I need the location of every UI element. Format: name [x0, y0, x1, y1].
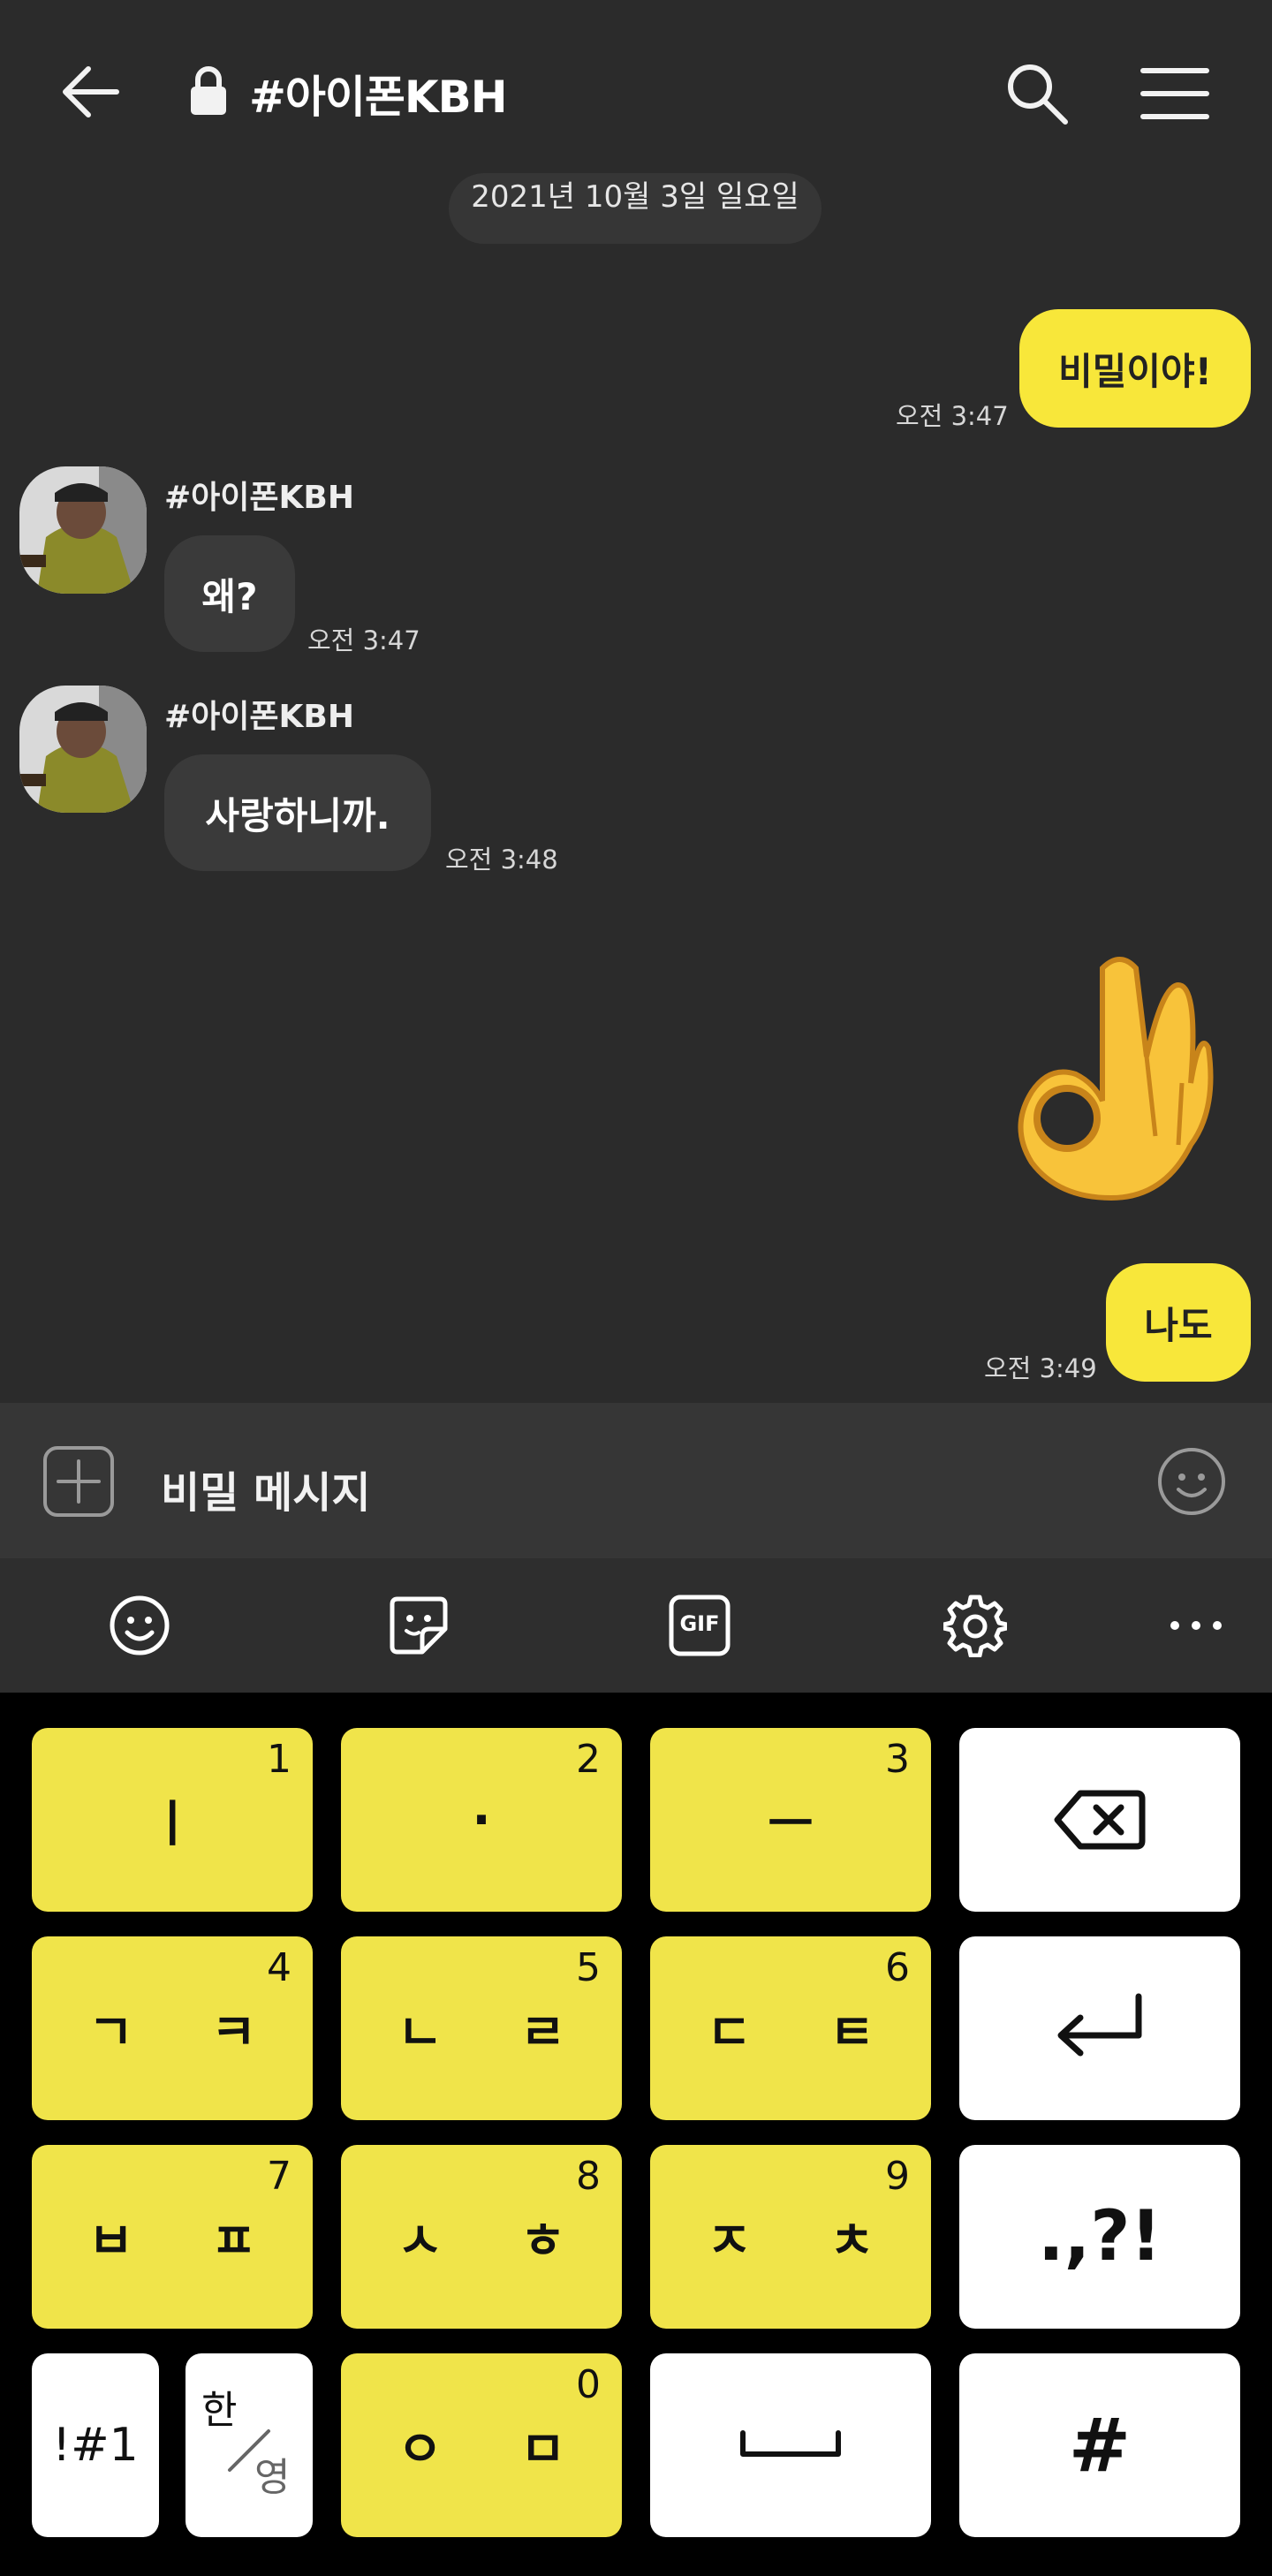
sender-name: #아이폰KBH [164, 480, 354, 516]
message-text: 비밀이야! [1058, 349, 1212, 393]
key-enter[interactable] [959, 1936, 1240, 2120]
lock-icon [187, 65, 230, 117]
key-b-p[interactable]: 7 ㅂ ㅍ [32, 2145, 313, 2329]
my-message-bubble[interactable]: 나도 [1106, 1263, 1251, 1382]
key-i[interactable]: 1 ㅣ [32, 1728, 313, 1912]
other-message-bubble[interactable]: 사랑하니까. [164, 754, 431, 871]
menu-icon [1140, 68, 1209, 119]
back-arrow-icon [63, 66, 119, 117]
other-message-bubble[interactable]: 왜? [164, 535, 295, 652]
key-backspace[interactable] [959, 1728, 1240, 1912]
my-message-bubble[interactable]: 비밀이야! [1019, 309, 1251, 428]
key-punctuation[interactable]: .,?! [959, 2145, 1240, 2329]
key-s-h[interactable]: 8 ㅅ ㅎ [341, 2145, 622, 2329]
back-button[interactable] [55, 60, 129, 124]
sender-name: #아이폰KBH [164, 699, 354, 735]
gif-button[interactable]: GIF [668, 1594, 731, 1657]
more-icon [1170, 1621, 1222, 1630]
emoticon-button[interactable] [1155, 1445, 1228, 1518]
message-text: 왜? [201, 574, 258, 618]
keyboard: 1 ㅣ 2 · 3 ㅡ 4 ㄱ ㅋ 5 ㄴ ㄹ 6 ㄷ ㅌ 7 ㅂ ㅍ 8 ㅅ … [0, 1693, 1272, 2576]
ok-hand-emoji[interactable] [1014, 951, 1214, 1207]
backspace-icon [1054, 1790, 1146, 1850]
message-input[interactable]: 비밀 메시지 [161, 1458, 371, 1519]
sticker-button[interactable] [387, 1594, 450, 1657]
keyboard-settings-button[interactable] [943, 1594, 1007, 1657]
more-button[interactable] [1164, 1594, 1228, 1657]
message-text: 사랑하니까. [205, 793, 390, 837]
chat-header: #아이폰KBH [0, 0, 1272, 186]
gif-label: GIF [679, 1611, 720, 1636]
key-g-k[interactable]: 4 ㄱ ㅋ [32, 1936, 313, 2120]
sticker-icon [390, 1596, 448, 1655]
key-d-t[interactable]: 6 ㄷ ㅌ [650, 1936, 931, 2120]
message-time: 오전 3:47 [896, 401, 1009, 431]
menu-button[interactable] [1140, 65, 1210, 122]
emoji-icon [110, 1595, 170, 1655]
message-time: 오전 3:49 [984, 1353, 1097, 1383]
key-space[interactable] [650, 2353, 931, 2537]
message-time: 오전 3:47 [307, 625, 420, 655]
emoticon-icon [1158, 1448, 1225, 1515]
emoji-button[interactable] [108, 1594, 171, 1657]
avatar[interactable] [19, 466, 147, 594]
date-divider: 2021년 10월 3일 일요일 [449, 173, 822, 244]
chat-title: #아이폰KBH [249, 72, 508, 123]
key-eu[interactable]: 3 ㅡ [650, 1728, 931, 1912]
key-n-r[interactable]: 5 ㄴ ㄹ [341, 1936, 622, 2120]
keyboard-toolbar: GIF [0, 1558, 1272, 1693]
space-icon [740, 2430, 841, 2457]
avatar[interactable] [19, 686, 147, 813]
search-button[interactable] [1003, 60, 1071, 127]
enter-icon [1057, 1993, 1142, 2057]
key-o-m[interactable]: 0 ㅇ ㅁ [341, 2353, 622, 2537]
settings-icon [943, 1595, 1007, 1657]
search-icon [1008, 64, 1068, 125]
key-dot[interactable]: 2 · [341, 1728, 622, 1912]
key-lang-toggle[interactable]: 한 영 [186, 2353, 313, 2537]
key-hash[interactable]: # [959, 2353, 1240, 2537]
plus-icon [43, 1446, 114, 1517]
message-time: 오전 3:48 [445, 845, 558, 875]
key-symbols[interactable]: !#1 [32, 2353, 159, 2537]
key-j-ch[interactable]: 9 ㅈ ㅊ [650, 2145, 931, 2329]
message-input-bar: 비밀 메시지 [0, 1403, 1272, 1558]
message-text: 나도 [1144, 1303, 1213, 1347]
attach-button[interactable] [42, 1445, 115, 1518]
